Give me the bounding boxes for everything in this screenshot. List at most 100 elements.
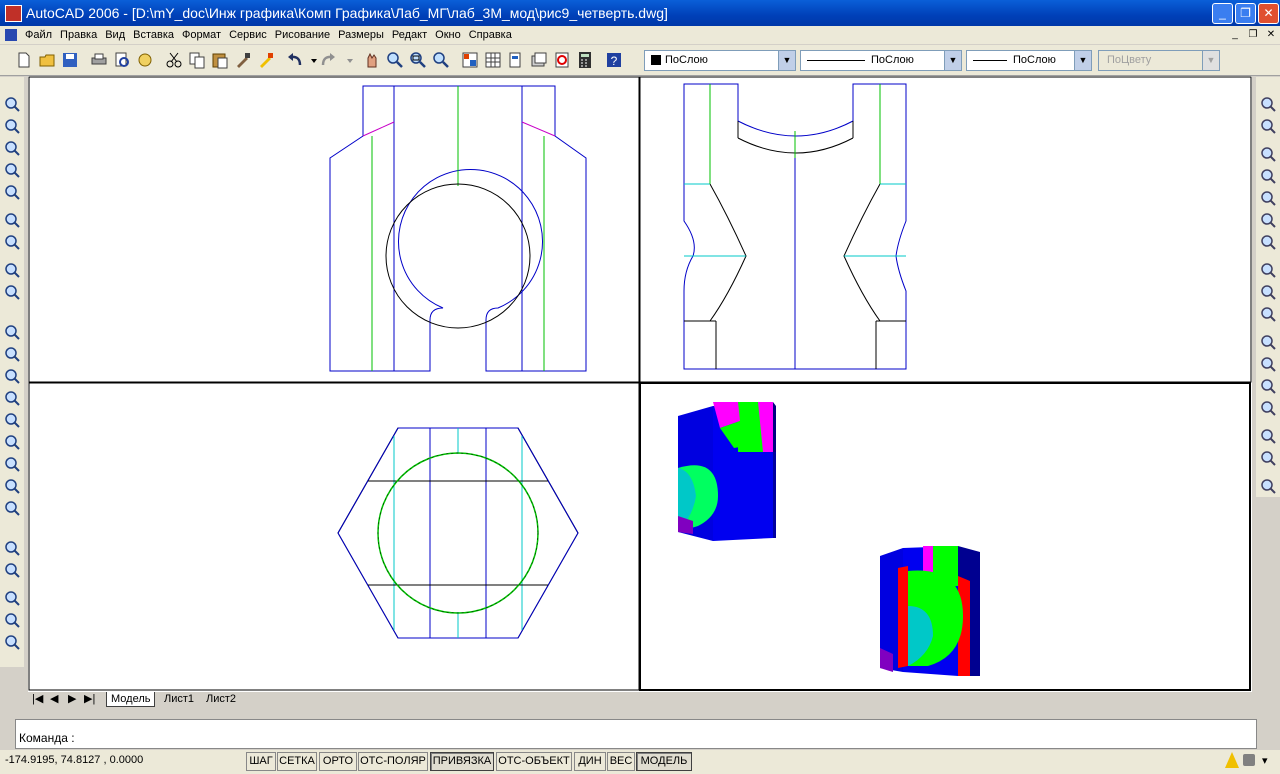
design-center-icon[interactable] [483, 50, 503, 70]
zoom-all-icon[interactable] [3, 261, 21, 279]
menu-draw[interactable]: Рисование [271, 26, 334, 44]
layer-color-select[interactable]: ПоСлою ▼ [644, 50, 796, 71]
grid-toggle[interactable]: СЕТКА [277, 752, 317, 771]
document-icon[interactable] [5, 29, 17, 41]
tab-last-button[interactable]: ▶| [84, 692, 95, 706]
tab-layout1[interactable]: Лист1 [160, 692, 198, 706]
snap-extension-icon[interactable] [1259, 233, 1277, 251]
polar-toggle[interactable]: ОТС-ПОЛЯР [358, 752, 428, 771]
snap-center-icon[interactable] [1259, 261, 1277, 279]
match-properties-icon[interactable] [233, 50, 253, 70]
snap-apparent-intersection-icon[interactable] [1259, 211, 1277, 229]
redo-icon[interactable] [318, 50, 338, 70]
add-selected-icon[interactable] [3, 499, 21, 517]
zoom-in-icon[interactable] [3, 211, 21, 229]
snap-nearest-icon[interactable] [1259, 427, 1277, 445]
open-folder-icon[interactable] [37, 50, 57, 70]
osnap-settings-icon[interactable] [1259, 477, 1277, 495]
sheet-set-icon[interactable] [529, 50, 549, 70]
menu-window[interactable]: Окно [431, 26, 465, 44]
snap-quadrant-icon[interactable] [1259, 283, 1277, 301]
close-button[interactable]: ✕ [1258, 3, 1279, 24]
snap-intersection-icon[interactable] [1259, 189, 1277, 207]
zoom-realtime-icon[interactable] [385, 50, 405, 70]
paste-icon[interactable] [210, 50, 230, 70]
ortho-toggle[interactable]: ОРТО [319, 752, 357, 771]
osnap-toggle[interactable]: ПРИВЯЗКА [430, 752, 494, 771]
menu-help[interactable]: Справка [465, 26, 516, 44]
dimension-style-icon[interactable] [3, 589, 21, 607]
tab-prev-button[interactable]: ◀ [50, 692, 58, 706]
viewport-side[interactable] [639, 76, 1252, 383]
otrack-toggle[interactable]: ОТС-ОБЪЕКТ [496, 752, 572, 771]
insert-point-icon[interactable] [3, 367, 21, 385]
make-block-icon[interactable] [3, 345, 21, 363]
calculator-icon[interactable] [575, 50, 595, 70]
snap-parallel-icon[interactable] [1259, 355, 1277, 373]
snap-none-icon[interactable] [1259, 449, 1277, 467]
model-toggle[interactable]: МОДЕЛЬ [636, 752, 692, 771]
zoom-window-icon[interactable] [3, 95, 21, 113]
snap-from-icon[interactable] [1259, 117, 1277, 135]
redo-dropdown-icon[interactable] [340, 50, 353, 70]
menu-dimension[interactable]: Размеры [334, 26, 388, 44]
properties-icon[interactable] [460, 50, 480, 70]
snap-endpoint-icon[interactable] [1259, 145, 1277, 163]
insert-block-icon[interactable] [3, 323, 21, 341]
zoom-window-icon[interactable] [408, 50, 428, 70]
tab-next-button[interactable]: ▶ [68, 692, 76, 706]
zoom-center-icon[interactable] [3, 161, 21, 179]
snap-perpendicular-icon[interactable] [1259, 333, 1277, 351]
zoom-scale-icon[interactable] [3, 139, 21, 157]
pan-realtime-icon[interactable] [362, 50, 382, 70]
zoom-object-icon[interactable] [3, 183, 21, 201]
cut-icon[interactable] [164, 50, 184, 70]
tray-settings-icon[interactable]: ▾ [1262, 754, 1268, 767]
tab-first-button[interactable]: |◀ [32, 692, 43, 706]
warning-icon[interactable] [1225, 752, 1239, 768]
lwt-toggle[interactable]: ВЕС [607, 752, 635, 771]
hatch-icon[interactable] [3, 389, 21, 407]
new-file-icon[interactable] [14, 50, 34, 70]
print-preview-icon[interactable] [112, 50, 132, 70]
table-icon[interactable] [3, 455, 21, 473]
doc-minimize-button[interactable]: _ [1228, 28, 1242, 41]
restore-button[interactable]: ❐ [1235, 3, 1256, 24]
block-editor-icon[interactable] [256, 50, 276, 70]
lineweight-select[interactable]: ПоСлою ▼ [966, 50, 1092, 71]
zoom-extents-icon[interactable] [3, 283, 21, 301]
minimize-button[interactable]: _ [1212, 3, 1233, 24]
tool-palettes-icon[interactable] [506, 50, 526, 70]
menu-tools[interactable]: Сервис [225, 26, 271, 44]
snap-temp-track-icon[interactable] [1259, 95, 1277, 113]
zoom-previous-icon[interactable] [431, 50, 451, 70]
dimension-linear-icon[interactable] [3, 539, 21, 557]
copy-icon[interactable] [187, 50, 207, 70]
zoom-out-icon[interactable] [3, 233, 21, 251]
snap-toggle[interactable]: ШАГ [246, 752, 276, 771]
dimension-aligned-icon[interactable] [3, 561, 21, 579]
doc-close-button[interactable]: ✕ [1264, 28, 1278, 41]
tab-layout2[interactable]: Лист2 [202, 692, 240, 706]
menu-insert[interactable]: Вставка [129, 26, 178, 44]
menu-file[interactable]: Файл [21, 26, 56, 44]
linetype-select[interactable]: ПоСлою ▼ [800, 50, 962, 71]
menu-format[interactable]: Формат [178, 26, 225, 44]
dimension-update-icon[interactable] [3, 611, 21, 629]
undo-icon[interactable] [285, 50, 305, 70]
zoom-dynamic-icon[interactable] [3, 117, 21, 135]
tab-model[interactable]: Модель [106, 692, 156, 707]
command-line[interactable]: Команда : [15, 719, 1257, 749]
snap-node-icon[interactable] [1259, 399, 1277, 417]
help-icon[interactable]: ? [604, 50, 624, 70]
markup-set-icon[interactable] [552, 50, 572, 70]
gradient-icon[interactable] [3, 411, 21, 429]
dimension-text-icon[interactable] [3, 633, 21, 651]
lock-icon[interactable] [1243, 754, 1255, 766]
save-icon[interactable] [60, 50, 80, 70]
snap-midpoint-icon[interactable] [1259, 167, 1277, 185]
menu-edit[interactable]: Правка [56, 26, 101, 44]
doc-restore-button[interactable]: ❐ [1246, 28, 1260, 41]
snap-insert-icon[interactable] [1259, 377, 1277, 395]
dyn-toggle[interactable]: ДИН [574, 752, 606, 771]
